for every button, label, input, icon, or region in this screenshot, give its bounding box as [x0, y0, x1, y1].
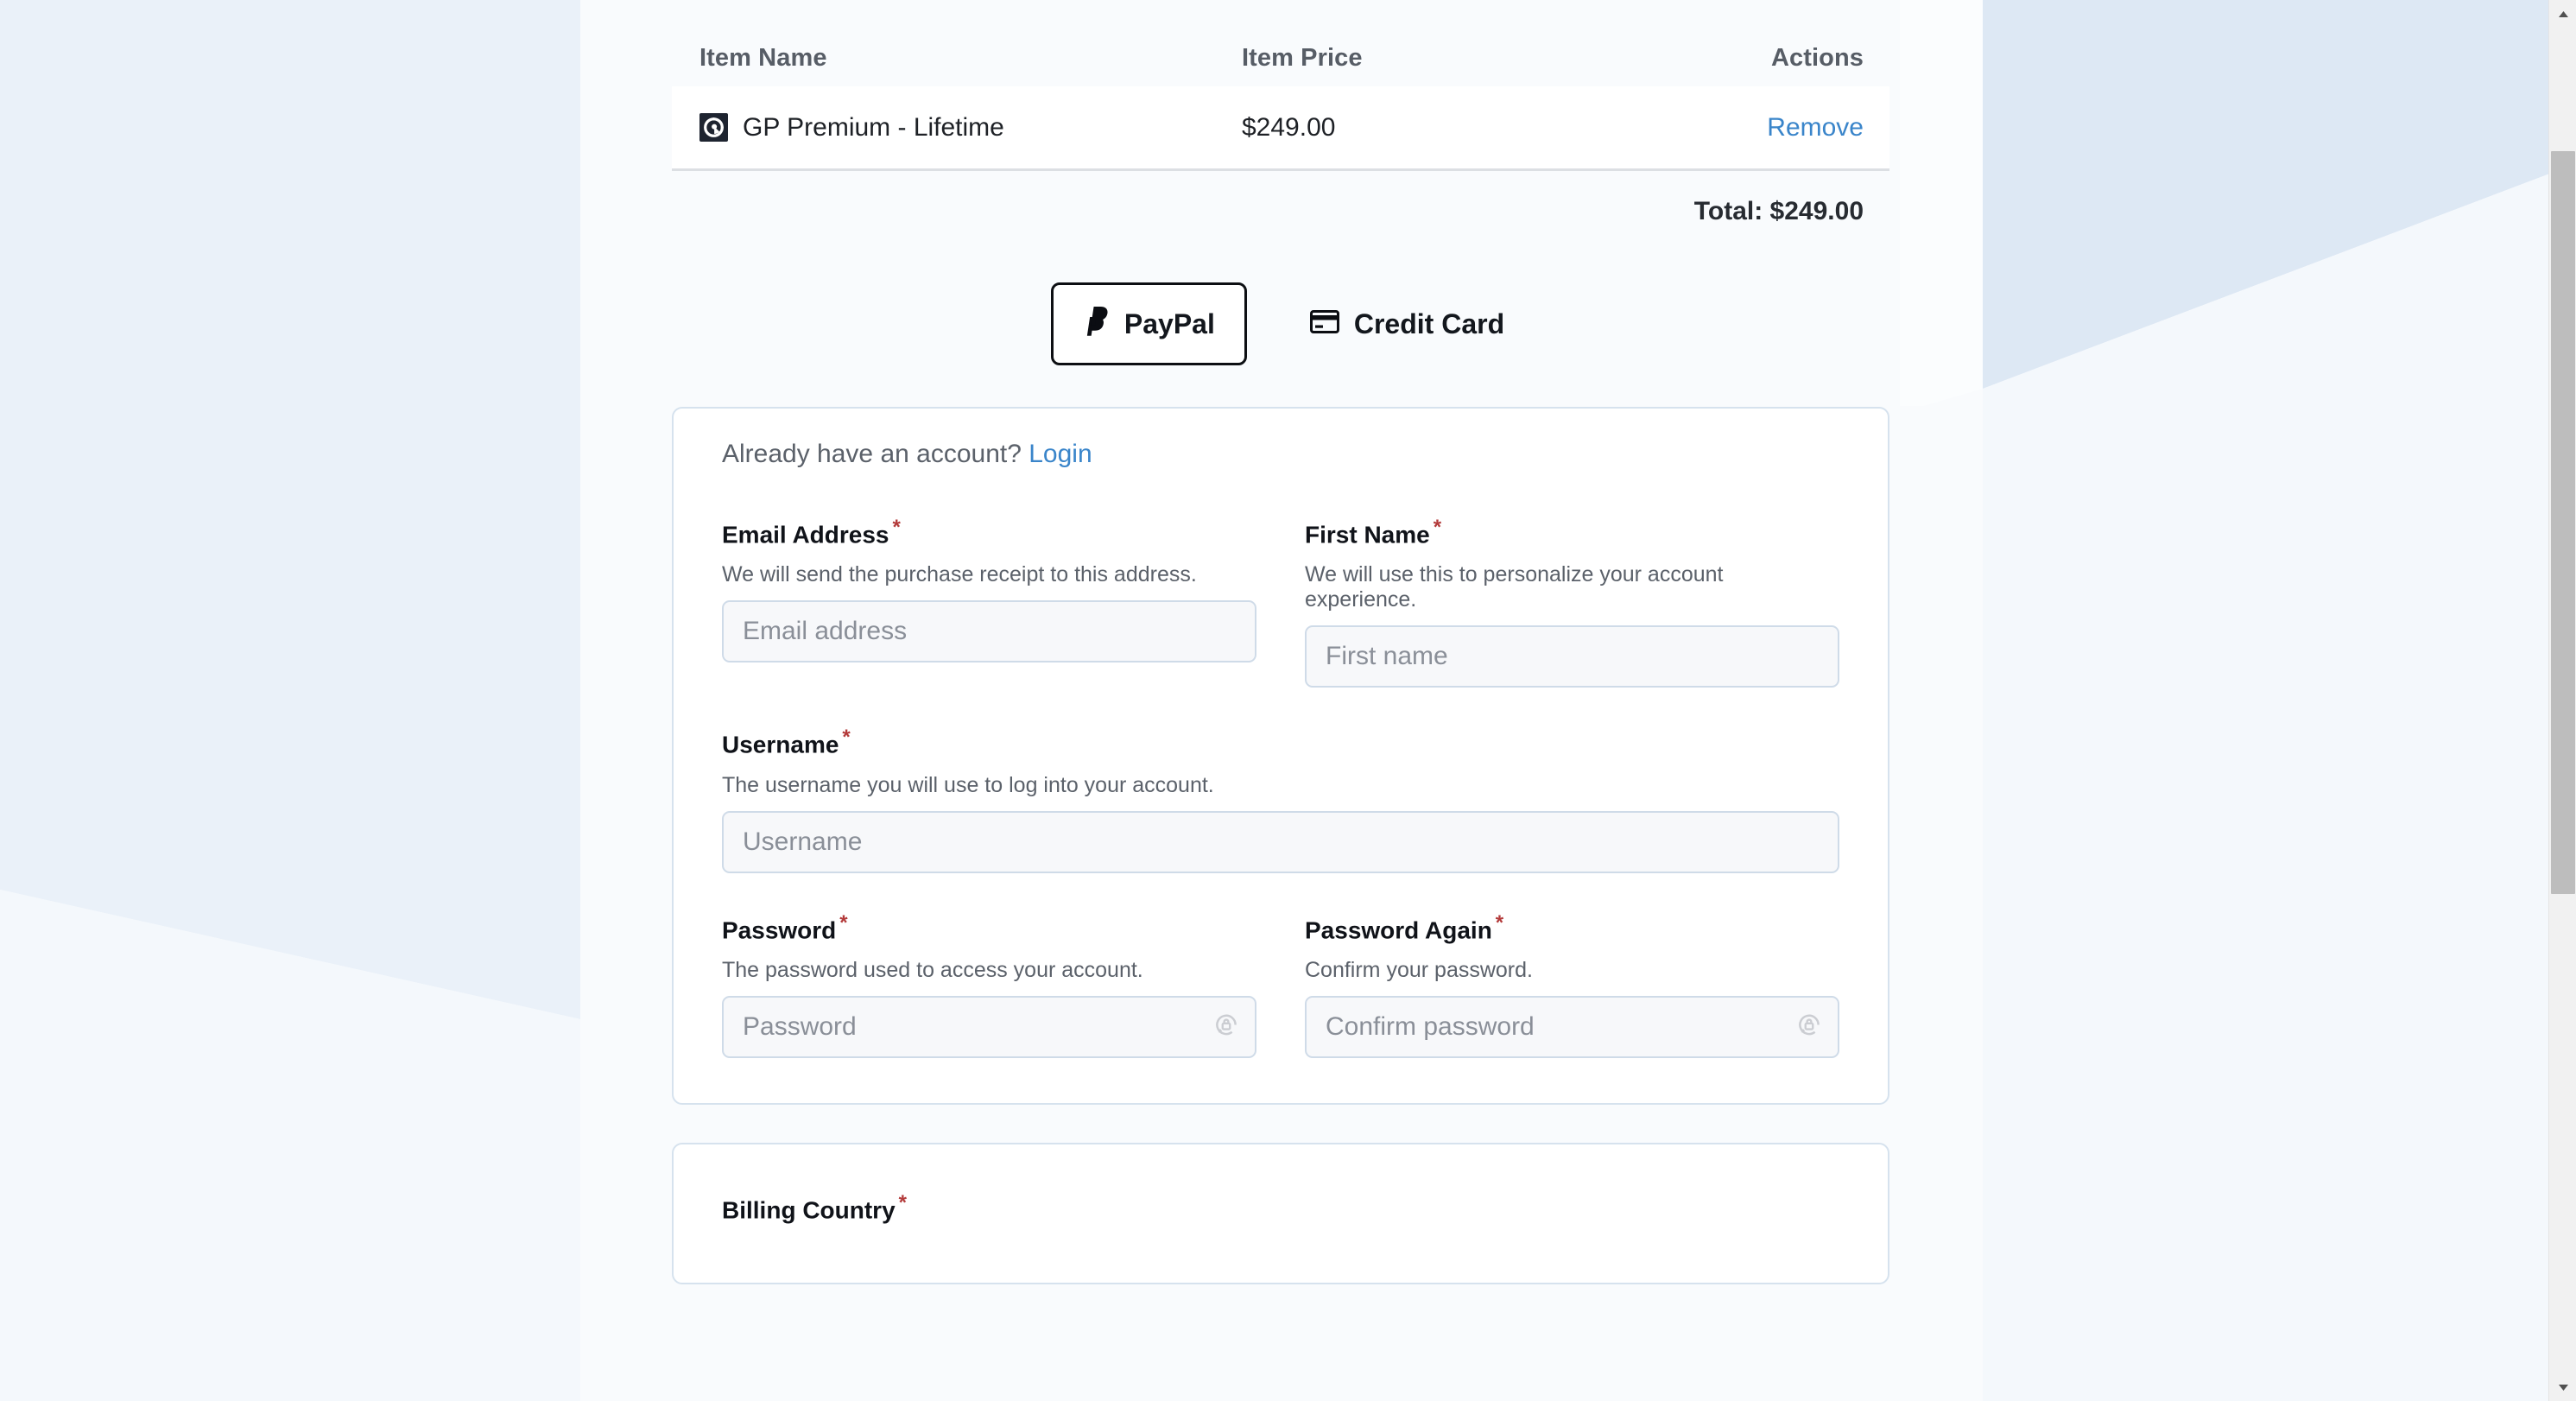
required-asterisk: *	[898, 1190, 907, 1214]
vertical-scrollbar[interactable]	[2548, 0, 2576, 1401]
field-first-name: First Name * We will use this to personal…	[1305, 516, 1839, 688]
cart-item-actions-cell: Remove	[1630, 113, 1889, 143]
credit-card-icon	[1309, 308, 1339, 340]
field-help-password: The password used to access your account…	[722, 957, 1143, 982]
column-header-item-price: Item Price	[1242, 44, 1363, 72]
account-details-card: Already have an account? Login Email Add…	[672, 407, 1889, 1105]
field-label-billing-country-text: Billing Country	[722, 1196, 896, 1224]
password-field-placeholder: Password	[743, 1011, 857, 1041]
form-row-passwords: Password * The password used to access yo…	[722, 911, 1839, 1058]
cart-item-name: GP Premium - Lifetime	[743, 112, 1004, 142]
payment-method-credit-card-button[interactable]: Credit Card	[1278, 287, 1536, 362]
first-name-field-placeholder: First name	[1326, 642, 1448, 671]
field-help-email: We will send the purchase receipt to thi…	[722, 562, 1197, 587]
payment-method-paypal-label: PayPal	[1123, 307, 1215, 339]
field-label-username-text: Username	[722, 731, 839, 758]
username-field-placeholder: Username	[743, 827, 863, 856]
payment-method-paypal-button[interactable]: PayPal	[1050, 282, 1247, 365]
payment-method-selector: PayPal Credit Card	[672, 282, 1889, 365]
cart-table: Item Name Item Price Actions GP Premium …	[672, 0, 1889, 226]
cart-item-price-cell: $249.00	[1242, 113, 1630, 143]
field-password-again: Password Again * Confirm your password. C…	[1305, 911, 1839, 1058]
field-label-first-name: First Name *	[1305, 516, 1839, 548]
field-label-first-name-text: First Name	[1305, 521, 1430, 548]
payment-method-credit-card-label: Credit Card	[1353, 307, 1505, 339]
field-username: Username * The username you will use to l…	[722, 726, 1839, 873]
field-help-username: The username you will use to log into yo…	[722, 772, 1214, 797]
paypal-icon	[1083, 304, 1110, 344]
scrollbar-up-arrow[interactable]	[2549, 0, 2576, 28]
email-field[interactable]: Email address	[722, 600, 1256, 663]
username-field[interactable]: Username	[722, 810, 1839, 873]
field-help-first-name: We will use this to personalize your acc…	[1305, 562, 1724, 612]
already-have-account-text: Already have an account? Login	[722, 440, 1839, 469]
password-again-field-placeholder: Confirm password	[1326, 1011, 1535, 1041]
login-link[interactable]: Login	[1029, 440, 1092, 468]
field-label-username: Username *	[722, 726, 1839, 758]
required-asterisk: *	[839, 910, 848, 935]
password-manager-icon[interactable]	[1796, 1011, 1822, 1042]
billing-details-card: Billing Country *	[672, 1142, 1889, 1285]
scrollbar-thumb[interactable]	[2551, 151, 2575, 894]
field-label-password-again-text: Password Again	[1305, 916, 1492, 943]
generatepress-logo-icon	[699, 113, 728, 142]
required-asterisk: *	[892, 516, 901, 539]
already-have-account-label: Already have an account?	[722, 440, 1022, 468]
checkout-page: Item Name Item Price Actions GP Premium …	[0, 0, 2561, 1401]
cart-table-header: Item Name Item Price Actions	[672, 0, 1889, 86]
field-label-password-again: Password Again *	[1305, 911, 1839, 944]
table-row: GP Premium - Lifetime $249.00 Remove	[672, 86, 1889, 171]
field-password: Password * The password used to access yo…	[722, 911, 1256, 1058]
field-label-password-text: Password	[722, 916, 837, 943]
field-label-billing-country: Billing Country *	[722, 1191, 1839, 1224]
form-row-email-firstname: Email Address * We will send the purchase…	[722, 516, 1839, 726]
email-field-placeholder: Email address	[743, 617, 908, 646]
field-label-email-text: Email Address	[722, 521, 889, 548]
field-email: Email Address * We will send the purchase…	[722, 516, 1256, 688]
password-again-field[interactable]: Confirm password	[1305, 995, 1839, 1058]
required-asterisk: *	[842, 726, 851, 750]
cart-total: Total: $249.00	[1693, 197, 1864, 225]
remove-item-link[interactable]: Remove	[1767, 113, 1864, 142]
required-asterisk: *	[1495, 910, 1504, 935]
cart-item-name-cell: GP Premium - Lifetime	[672, 113, 1242, 143]
password-manager-icon[interactable]	[1213, 1011, 1239, 1042]
cart-item-price: $249.00	[1242, 112, 1336, 142]
field-label-password: Password *	[722, 911, 1256, 944]
password-field[interactable]: Password	[722, 995, 1256, 1058]
first-name-field[interactable]: First name	[1305, 625, 1839, 688]
scrollbar-down-arrow[interactable]	[2549, 1373, 2576, 1401]
column-header-actions: Actions	[1770, 44, 1864, 72]
checkout-container: Item Name Item Price Actions GP Premium …	[672, 0, 1889, 1285]
field-label-email: Email Address *	[722, 516, 1256, 548]
column-header-item-name: Item Name	[699, 44, 827, 72]
field-help-password-again: Confirm your password.	[1305, 957, 1533, 982]
required-asterisk: *	[1433, 516, 1442, 539]
